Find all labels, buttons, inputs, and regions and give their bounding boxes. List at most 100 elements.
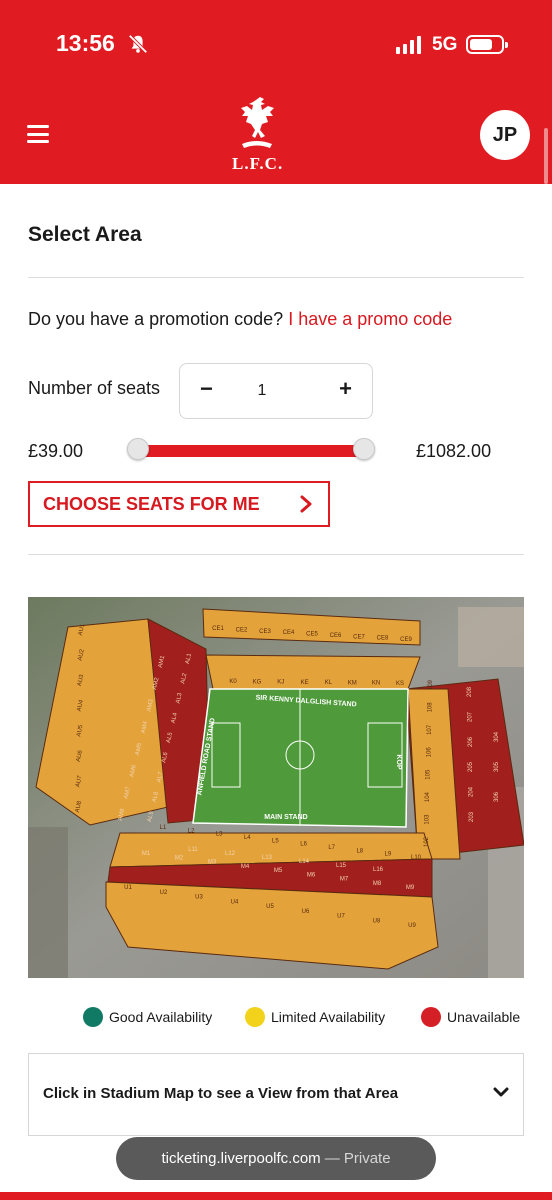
stadium-map-graphic[interactable]: SIR KENNY DALGLISH STAND ANFIELD ROAD ST… — [28, 597, 524, 978]
seat-block-m6[interactable]: M6 — [307, 872, 316, 878]
price-max-handle[interactable] — [353, 438, 375, 460]
seat-block-ce7[interactable]: CE7 — [353, 634, 365, 640]
seat-block-m3[interactable]: M3 — [208, 860, 217, 866]
seat-block-kj[interactable]: KJ — [277, 680, 284, 686]
seat-block-304[interactable]: 304 — [494, 731, 500, 742]
seat-block-m7[interactable]: M7 — [340, 877, 349, 883]
seat-block-206[interactable]: 206 — [468, 736, 474, 747]
choose-seats-label: CHOOSE SEATS FOR ME — [43, 493, 260, 514]
legend-unavailable: Unavailable — [421, 1005, 520, 1029]
seat-block-u5[interactable]: U5 — [266, 904, 274, 910]
seat-block-205[interactable]: 205 — [468, 761, 474, 772]
network-type: 5G — [432, 34, 458, 55]
seat-block-107[interactable]: 107 — [427, 724, 433, 735]
seat-block-103[interactable]: 103 — [425, 814, 431, 825]
seat-block-203[interactable]: 203 — [469, 811, 475, 822]
seat-block-u1[interactable]: U1 — [124, 885, 132, 891]
seat-block-m8[interactable]: M8 — [373, 881, 382, 887]
seat-block-l8[interactable]: L8 — [356, 848, 363, 854]
seat-block-ks[interactable]: KS — [396, 681, 404, 687]
seat-block-l14[interactable]: L14 — [299, 859, 310, 865]
stadium-map[interactable]: SIR KENNY DALGLISH STAND ANFIELD ROAD ST… — [28, 597, 524, 978]
seat-block-l7[interactable]: L7 — [328, 845, 335, 851]
seat-block-ce1[interactable]: CE1 — [212, 626, 224, 632]
seat-block-102[interactable]: 102 — [424, 836, 430, 847]
battery-icon — [466, 35, 508, 54]
seat-block-m4[interactable]: M4 — [241, 864, 250, 870]
chevron-down-icon — [493, 1087, 509, 1097]
seat-block-u2[interactable]: U2 — [160, 890, 168, 896]
choose-seats-button[interactable]: CHOOSE SEATS FOR ME — [28, 481, 330, 527]
seat-block-l1[interactable]: L1 — [160, 825, 167, 831]
seat-block-u4[interactable]: U4 — [231, 899, 239, 905]
private-label: — Private — [324, 1150, 391, 1167]
seat-block-k0[interactable]: K0 — [229, 679, 237, 685]
seat-block-109[interactable]: 109 — [428, 679, 434, 690]
logo-text: L.F.C. — [232, 154, 284, 173]
seat-block-108[interactable]: 108 — [427, 702, 433, 713]
seat-block-106[interactable]: 106 — [426, 747, 432, 758]
seat-block-l3[interactable]: L3 — [216, 832, 223, 838]
seat-block-u3[interactable]: U3 — [195, 895, 203, 901]
seat-block-m5[interactable]: M5 — [274, 868, 283, 874]
accordion-text: Click in Stadium Map to see a View from … — [43, 1085, 399, 1102]
increase-seats-button[interactable]: + — [339, 376, 352, 402]
seat-block-l10[interactable]: L10 — [411, 855, 422, 861]
price-range-slider[interactable] — [138, 445, 364, 457]
seat-block-kn[interactable]: KN — [372, 681, 380, 687]
seat-block-u9[interactable]: U9 — [408, 923, 416, 929]
seat-block-l15[interactable]: L15 — [336, 863, 347, 869]
seat-block-306[interactable]: 306 — [494, 791, 500, 802]
stadium-view-accordion[interactable]: Click in Stadium Map to see a View from … — [28, 1053, 524, 1136]
legend-limited-label: Limited Availability — [271, 1009, 386, 1025]
bottom-bar — [0, 1192, 552, 1200]
seat-block-m1[interactable]: M1 — [142, 851, 151, 857]
seat-block-u7[interactable]: U7 — [337, 914, 345, 920]
seat-block-204[interactable]: 204 — [469, 786, 475, 797]
seat-block-u6[interactable]: U6 — [302, 909, 310, 915]
browser-url-bar[interactable]: ticketing.liverpoolfc.com — Private — [116, 1137, 436, 1180]
seat-block-l13[interactable]: L13 — [262, 855, 273, 861]
seat-block-u8[interactable]: U8 — [373, 918, 381, 924]
seat-block-l5[interactable]: L5 — [272, 838, 279, 844]
promo-code-link[interactable]: I have a promo code — [288, 309, 452, 329]
divider — [28, 554, 524, 555]
seat-block-l11[interactable]: L11 — [188, 847, 198, 853]
seat-block-104[interactable]: 104 — [425, 791, 431, 802]
seat-block-208[interactable]: 208 — [467, 686, 473, 697]
seat-block-l6[interactable]: L6 — [300, 842, 307, 848]
legend-limited-dot — [245, 1007, 265, 1027]
seat-block-l16[interactable]: L16 — [373, 867, 384, 873]
club-logo[interactable]: L.F.C. — [232, 94, 282, 180]
seats-value: 1 — [257, 382, 267, 399]
seat-block-l2[interactable]: L2 — [188, 828, 195, 834]
seat-block-l4[interactable]: L4 — [244, 835, 251, 841]
price-min-handle[interactable] — [127, 438, 149, 460]
seat-block-207[interactable]: 207 — [467, 711, 473, 722]
seat-block-l9[interactable]: L9 — [385, 852, 392, 858]
seat-block-ke[interactable]: KE — [301, 680, 309, 686]
price-min: £39.00 — [28, 441, 84, 461]
seat-block-105[interactable]: 105 — [426, 769, 432, 780]
seat-block-m2[interactable]: M2 — [175, 855, 184, 861]
seat-block-ce6[interactable]: CE6 — [330, 633, 342, 639]
seat-block-ce9[interactable]: CE9 — [400, 637, 412, 643]
legend-good: Good Availability — [83, 1005, 212, 1029]
seats-label: Number of seats — [28, 378, 161, 398]
seat-block-ce5[interactable]: CE5 — [306, 632, 318, 638]
seat-block-km[interactable]: KM — [348, 680, 357, 686]
seat-block-m9[interactable]: M9 — [406, 885, 415, 891]
seat-block-l12[interactable]: L12 — [225, 851, 236, 857]
seat-block-kg[interactable]: KG — [253, 679, 262, 685]
hamburger-menu-icon[interactable] — [27, 125, 49, 143]
seat-block-ce3[interactable]: CE3 — [259, 629, 271, 635]
seat-block-ce2[interactable]: CE2 — [236, 627, 248, 633]
seat-block-ce4[interactable]: CE4 — [283, 630, 295, 636]
user-avatar[interactable]: JP — [480, 110, 530, 160]
bell-slash-icon — [128, 34, 148, 54]
promo-row: Do you have a promotion code? I have a p… — [28, 309, 452, 330]
seat-block-305[interactable]: 305 — [494, 761, 500, 772]
seat-block-ce8[interactable]: CE8 — [377, 636, 389, 642]
divider — [28, 277, 524, 278]
seat-block-kl[interactable]: KL — [325, 680, 333, 686]
